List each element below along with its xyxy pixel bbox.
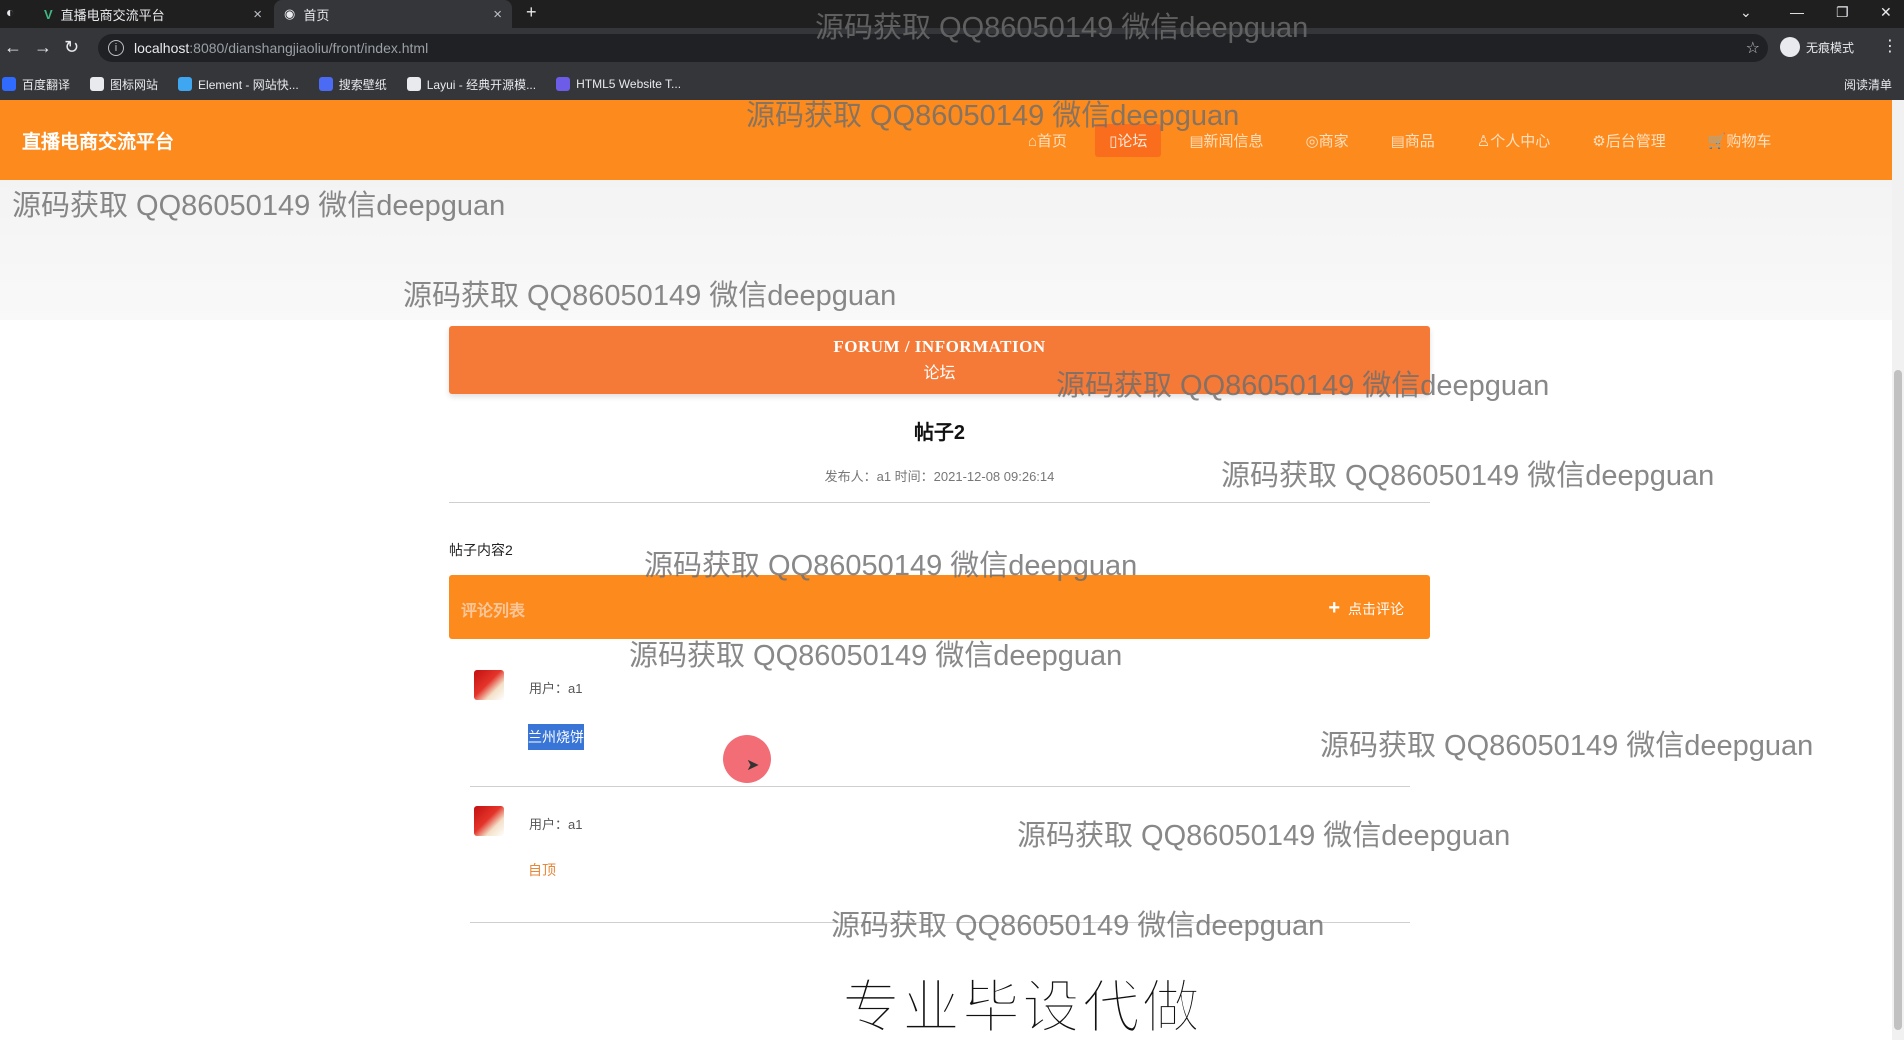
watermark: 源码获取 QQ86050149 微信deepguan xyxy=(746,100,1240,132)
bookmark-item[interactable]: Layui - 经典开源模... xyxy=(406,76,537,93)
bookmark-item[interactable]: 图标网站 xyxy=(90,76,158,93)
scrollbar-thumb[interactable] xyxy=(1894,370,1902,1030)
bookmark-label: Layui - 经典开源模... xyxy=(426,77,537,92)
restore-icon[interactable]: ❐ xyxy=(1836,4,1849,21)
menu-icon[interactable]: ⋮ xyxy=(1882,36,1898,56)
bookmark-item[interactable]: Element - 网站快... xyxy=(178,76,299,93)
watermark: 源码获取 QQ86050149 微信deepguan xyxy=(644,550,1138,582)
tab-title: 首页 xyxy=(303,7,330,23)
bookmark-icon xyxy=(2,77,16,91)
bookmark-label: 图标网站 xyxy=(110,77,159,92)
bookmark-label: HTML5 Website T... xyxy=(576,77,682,91)
comment-list-header: 评论列表 + 点击评论 xyxy=(449,575,1430,639)
star-icon[interactable]: ☆ xyxy=(1746,38,1760,58)
page-scrollbar[interactable] xyxy=(1892,100,1904,1040)
new-tab-button[interactable]: + xyxy=(526,2,537,23)
url-host: localhost xyxy=(134,40,190,56)
bookmark-icon xyxy=(556,77,571,91)
nav-cart[interactable]: 🛒购物车 xyxy=(1694,124,1786,157)
browser-logo-icon: ◐ xyxy=(6,4,15,20)
bookmark-item[interactable]: 百度翻译 xyxy=(2,76,70,93)
vue-icon: V xyxy=(44,6,53,22)
comment-list-label: 评论列表 xyxy=(461,603,526,620)
watermark: 源码获取 QQ86050149 微信deepguan xyxy=(403,280,897,312)
site-brand[interactable]: 直播电商交流平台 xyxy=(22,127,174,154)
bookmark-item[interactable]: HTML5 Website T... xyxy=(556,77,681,91)
close-icon[interactable]: × xyxy=(493,6,502,23)
avatar xyxy=(474,806,504,836)
bookmark-label: 搜索壁纸 xyxy=(338,77,387,92)
minimize-icon[interactable]: — xyxy=(1790,4,1804,20)
comment-item: 用户：a1 兰州烧饼 xyxy=(470,670,1410,770)
globe-icon: ◉ xyxy=(284,6,296,21)
tab-platform[interactable]: V 直播电商交流平台 × xyxy=(34,0,272,28)
nav-products[interactable]: ▤商品 xyxy=(1377,124,1449,157)
bookmark-icon xyxy=(406,77,421,91)
info-icon[interactable]: i xyxy=(108,40,124,56)
forward-icon[interactable]: → xyxy=(34,37,52,58)
nav-merchants[interactable]: ◎商家 xyxy=(1292,124,1363,157)
reading-list[interactable]: 阅读清单 xyxy=(1844,76,1892,93)
add-comment-label: 点击评论 xyxy=(1348,600,1404,617)
post-content: 帖子内容2 xyxy=(449,542,513,558)
comment-text: 兰州烧饼 xyxy=(528,724,584,750)
incognito-icon xyxy=(1780,37,1800,57)
back-icon[interactable]: ← xyxy=(4,37,22,58)
bookmark-icon xyxy=(90,77,105,91)
plus-icon: + xyxy=(1328,597,1340,619)
comment-user: 用户：a1 xyxy=(529,681,583,696)
avatar xyxy=(474,670,504,700)
bookmark-item[interactable]: 搜索壁纸 xyxy=(318,76,387,93)
url-path: :8080/dianshangjiaoliu/front/index.html xyxy=(189,40,429,56)
close-icon[interactable]: × xyxy=(253,6,262,23)
comment-text: 自顶 xyxy=(528,862,556,878)
watermark: 源码获取 QQ86050149 微信deepguan xyxy=(831,910,1325,942)
incognito-label: 无痕模式 xyxy=(1806,40,1855,55)
nav-profile[interactable]: ♙个人中心 xyxy=(1463,124,1564,157)
watermark: 源码获取 QQ86050149 微信deepguan xyxy=(12,190,506,222)
watermark: 源码获取 QQ86050149 微信deepguan xyxy=(815,12,1309,44)
watermark: 源码获取 QQ86050149 微信deepguan xyxy=(1056,370,1550,402)
tab-home[interactable]: ◉ 首页 × xyxy=(274,0,512,28)
comment-user: 用户：a1 xyxy=(529,817,583,832)
add-comment-button[interactable]: + 点击评论 xyxy=(1328,597,1404,620)
video-caption: 专业毕设代做 xyxy=(841,975,1203,1041)
divider xyxy=(470,786,1410,787)
forum-header-en: FORUM / INFORMATION xyxy=(833,337,1046,356)
reload-icon[interactable]: ↻ xyxy=(64,37,79,58)
bookmark-icon xyxy=(318,77,333,91)
watermark: 源码获取 QQ86050149 微信deepguan xyxy=(1320,730,1814,762)
cursor-icon: ➤ xyxy=(746,757,760,774)
bookmark-label: Element - 网站快... xyxy=(198,77,299,92)
watermark: 源码获取 QQ86050149 微信deepguan xyxy=(629,640,1123,672)
nav-admin[interactable]: ⚙后台管理 xyxy=(1578,124,1679,157)
bookmark-label: 百度翻译 xyxy=(22,77,71,92)
bookmark-icon xyxy=(178,77,193,91)
chevron-down-icon[interactable]: ⌄ xyxy=(1740,4,1752,21)
close-window-icon[interactable]: ✕ xyxy=(1880,4,1892,21)
tab-title: 直播电商交流平台 xyxy=(60,7,165,23)
watermark: 源码获取 QQ86050149 微信deepguan xyxy=(1017,820,1511,852)
divider xyxy=(449,502,1430,503)
post-title: 帖子2 xyxy=(913,422,966,444)
incognito-indicator[interactable]: 无痕模式 xyxy=(1780,37,1854,57)
watermark: 源码获取 QQ86050149 微信deepguan xyxy=(1221,460,1715,492)
